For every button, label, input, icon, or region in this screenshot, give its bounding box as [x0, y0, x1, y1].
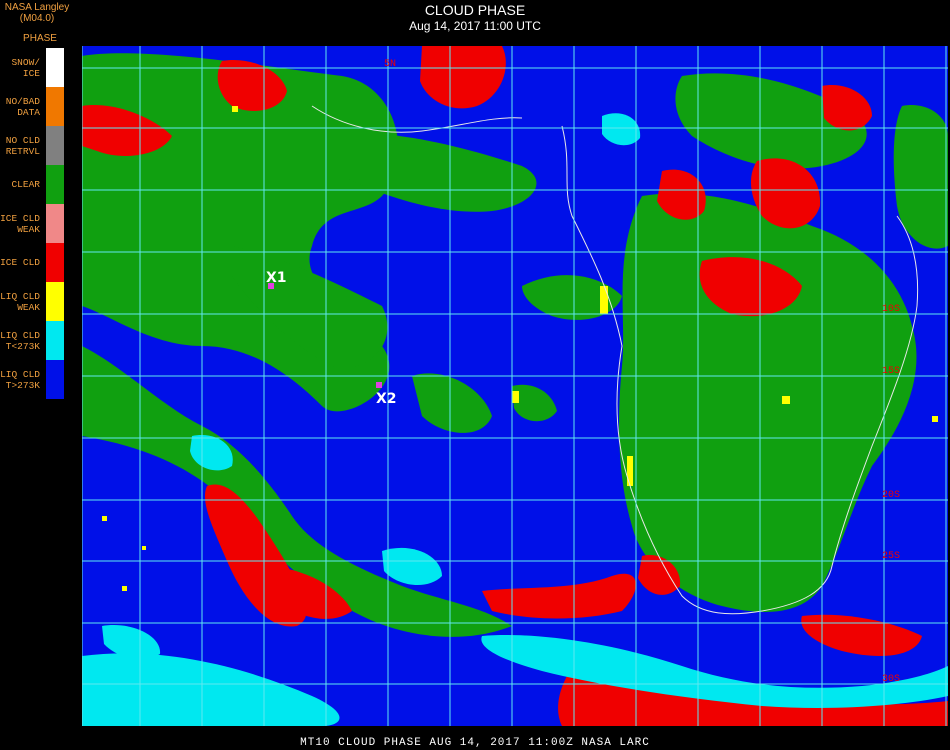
- lat-label-25s: 25S: [882, 551, 900, 562]
- lat-label-5n: 5N: [384, 59, 396, 70]
- legend-item-no-cld-retrvl: NO CLD RETRVL: [0, 126, 66, 165]
- cloud-phase-map: 5N 10S 15S 20S 25S 30S X1 X2: [82, 46, 948, 726]
- map-title: CLOUD PHASE: [424, 2, 526, 18]
- legend-swatch: [46, 165, 64, 204]
- data-source-label: NASA Langley (M04.0): [4, 2, 70, 24]
- legend-item-snow-ice: SNOW/ ICE: [0, 48, 66, 87]
- legend-swatch: [46, 243, 64, 282]
- legend-swatch: [46, 87, 64, 126]
- legend-label: NO/BAD DATA: [5, 96, 40, 118]
- marker-x1-label: X1: [266, 270, 287, 286]
- legend-swatch: [46, 282, 64, 321]
- phase-legend: SNOW/ ICE NO/BAD DATA NO CLD RETRVL CLEA…: [0, 48, 68, 400]
- legend-item-clear: CLEAR: [0, 165, 66, 204]
- legend-label: LIQ CLD T>273K: [0, 369, 40, 391]
- legend-item-liq-cld-weak: LIQ CLD WEAK: [0, 282, 66, 321]
- legend-item-liq-cld-cold: LIQ CLD T<273K: [0, 321, 66, 360]
- legend-label: NO CLD RETRVL: [5, 135, 40, 157]
- map-canvas: 5N 10S 15S 20S 25S 30S X1 X2: [82, 46, 948, 726]
- legend-swatch: [46, 360, 64, 399]
- legend-item-liq-cld-warm: LIQ CLD T>273K: [0, 360, 66, 399]
- footer-caption: MT10 CLOUD PHASE AUG 14, 2017 11:00Z NAS…: [300, 737, 650, 749]
- legend-label: ICE CLD WEAK: [0, 213, 40, 235]
- legend-label: LIQ CLD WEAK: [0, 291, 40, 313]
- legend-label: LIQ CLD T<273K: [0, 330, 40, 352]
- legend-swatch: [46, 321, 64, 360]
- legend-swatch: [46, 126, 64, 165]
- lat-label-10s: 10S: [882, 304, 900, 315]
- legend-heading: PHASE: [23, 33, 57, 44]
- legend-label: ICE CLD: [0, 257, 40, 268]
- lat-label-30s: 30S: [882, 674, 900, 685]
- legend-label: SNOW/ ICE: [11, 57, 40, 79]
- legend-item-ice-cld: ICE CLD: [0, 243, 66, 282]
- legend-swatch: [46, 204, 64, 243]
- marker-x2-dot: [376, 382, 382, 388]
- lat-label-20s: 20S: [882, 490, 900, 501]
- lat-label-15s: 15S: [882, 366, 900, 377]
- map-datetime: Aug 14, 2017 11:00 UTC: [409, 19, 541, 33]
- legend-item-no-bad-data: NO/BAD DATA: [0, 87, 66, 126]
- marker-x2-label: X2: [376, 391, 397, 407]
- legend-item-ice-cld-weak: ICE CLD WEAK: [0, 204, 66, 243]
- legend-label: CLEAR: [11, 179, 40, 190]
- legend-swatch: [46, 48, 64, 87]
